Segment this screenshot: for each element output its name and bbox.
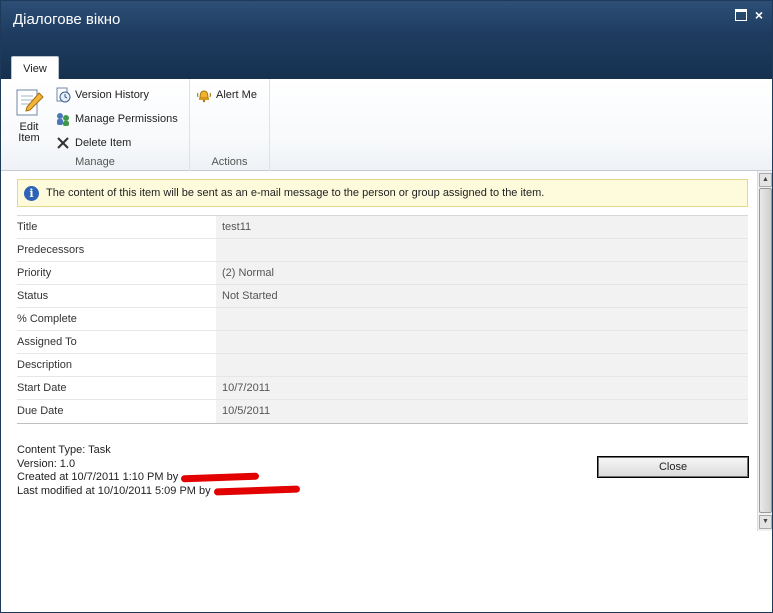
ribbon-group-actions: Alert Me Actions bbox=[190, 79, 270, 171]
created-text: Created at 10/7/2011 1:10 PM by bbox=[17, 471, 179, 483]
field-name: Priority bbox=[17, 267, 52, 279]
delete-icon bbox=[57, 137, 69, 149]
table-row: Title test11 bbox=[17, 216, 748, 239]
field-value bbox=[216, 308, 748, 330]
scroll-up-icon[interactable]: ▲ bbox=[759, 173, 772, 187]
tab-view[interactable]: View bbox=[11, 56, 59, 80]
manage-group-label: Manage bbox=[75, 156, 115, 168]
close-icon[interactable]: × bbox=[753, 8, 765, 22]
dialog-title: Діалогове вікно bbox=[13, 11, 121, 28]
manage-permissions-icon bbox=[57, 113, 69, 126]
actions-group-label: Actions bbox=[211, 156, 248, 168]
version-history-icon bbox=[56, 87, 71, 103]
version: Version: 1.0 bbox=[17, 457, 76, 470]
field-name: Title bbox=[17, 221, 38, 233]
properties-table: Title test11 Predecessors Priority (2) N… bbox=[17, 215, 748, 424]
scroll-down-icon[interactable]: ▼ bbox=[759, 515, 772, 529]
dialog-footer-space bbox=[1, 531, 772, 612]
delete-item-label: Delete Item bbox=[75, 137, 132, 149]
modified-text: Last modified at 10/10/2011 5:09 PM by bbox=[17, 484, 211, 497]
vertical-scrollbar[interactable]: ▲ ▼ bbox=[757, 171, 772, 531]
version-history-label: Version History bbox=[75, 89, 149, 101]
table-row: Due Date 10/5/2011 bbox=[17, 400, 748, 423]
field-value: (2) Normal bbox=[216, 262, 748, 284]
maximize-icon[interactable] bbox=[735, 9, 747, 21]
table-row: % Complete bbox=[17, 308, 748, 331]
redaction-mark bbox=[181, 472, 260, 482]
field-name: Status bbox=[17, 290, 49, 302]
delete-item-button[interactable]: Delete Item bbox=[55, 135, 131, 151]
field-name: Start Date bbox=[17, 382, 67, 394]
field-name: Due Date bbox=[17, 405, 64, 417]
version-history-button[interactable]: Version History bbox=[55, 87, 149, 103]
field-name: % Complete bbox=[17, 313, 77, 325]
item-metadata: Content Type: Task Version: 1.0 Created … bbox=[17, 444, 300, 498]
table-row: Predecessors bbox=[17, 239, 748, 262]
created-line: Created at 10/7/2011 1:10 PM by bbox=[17, 471, 300, 485]
notice-text: The content of this item will be sent as… bbox=[46, 187, 545, 199]
field-value bbox=[216, 239, 748, 261]
dialog-window: Діалогове вікно × View Edit Item Version… bbox=[0, 0, 773, 613]
field-name: Description bbox=[17, 359, 73, 371]
field-value bbox=[216, 331, 748, 353]
field-value: Not Started bbox=[216, 285, 748, 307]
field-name: Predecessors bbox=[17, 244, 85, 256]
alert-me-button[interactable]: Alert Me bbox=[196, 87, 257, 103]
content-type: Content Type: Task bbox=[17, 444, 111, 456]
content-area: i The content of this item will be sent … bbox=[1, 171, 757, 531]
field-value: 10/5/2011 bbox=[216, 400, 748, 423]
edit-item-button[interactable]: Edit Item bbox=[9, 87, 49, 144]
scroll-thumb[interactable] bbox=[759, 188, 772, 513]
alert-me-label: Alert Me bbox=[216, 89, 257, 101]
manage-permissions-button[interactable]: Manage Permissions bbox=[55, 111, 178, 127]
info-icon: i bbox=[24, 185, 39, 201]
table-row: Description bbox=[17, 354, 748, 377]
title-bar: Діалогове вікно × bbox=[1, 1, 772, 79]
table-row: Priority (2) Normal bbox=[17, 262, 748, 285]
table-row: Status Not Started bbox=[17, 285, 748, 308]
bell-icon bbox=[197, 90, 211, 103]
table-row: Assigned To bbox=[17, 331, 748, 354]
close-button[interactable]: Close bbox=[597, 456, 749, 478]
manage-permissions-label: Manage Permissions bbox=[75, 113, 178, 125]
edit-item-label-2: Item bbox=[18, 132, 40, 144]
field-value: test11 bbox=[216, 216, 748, 238]
ribbon: Edit Item Version History Manage Permiss… bbox=[1, 79, 772, 171]
redaction-mark bbox=[213, 485, 300, 496]
info-notice: i The content of this item will be sent … bbox=[17, 179, 748, 207]
field-value bbox=[216, 354, 748, 376]
field-value: 10/7/2011 bbox=[216, 377, 748, 399]
field-name: Assigned To bbox=[17, 336, 77, 348]
ribbon-group-manage: Edit Item Version History Manage Permiss… bbox=[1, 79, 190, 171]
edit-item-icon bbox=[16, 89, 44, 116]
table-row: Start Date 10/7/2011 bbox=[17, 377, 748, 400]
modified-line: Last modified at 10/10/2011 5:09 PM by bbox=[17, 485, 300, 499]
